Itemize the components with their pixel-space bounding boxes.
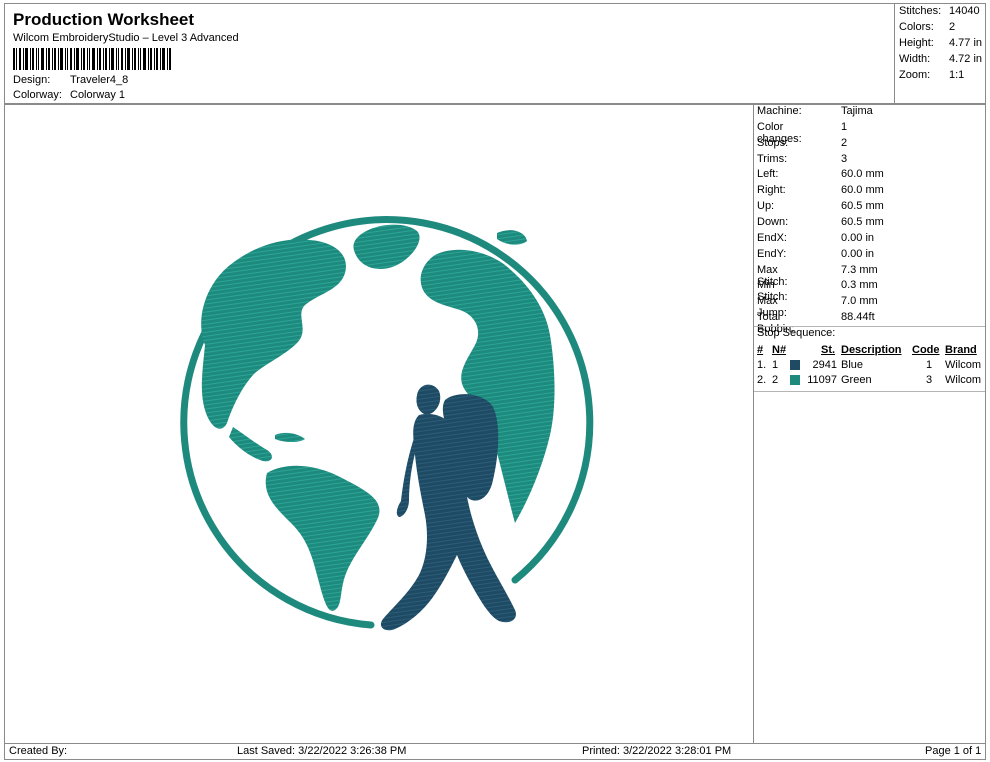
stat-label: Colors: [899, 21, 934, 33]
info-label: EndX: [757, 232, 787, 244]
design-value: Traveler4_8 [70, 74, 129, 86]
seq-row-code: 3 [926, 374, 933, 386]
color-swatch [790, 360, 800, 370]
stop-sequence-title: Stop Sequence: [757, 327, 836, 339]
stat-value: 2 [949, 21, 956, 33]
colorway-label: Colorway: [13, 89, 62, 101]
stat-label: Width: [899, 53, 931, 65]
info-value: 88.44ft [841, 311, 875, 323]
color-swatch [790, 375, 800, 385]
barcode-image [13, 48, 171, 70]
design-label: Design: [13, 74, 51, 86]
info-value: 2 [841, 137, 848, 149]
seq-row-num: 1. [757, 359, 767, 371]
printed-date: Printed: 3/22/2022 3:28:01 PM [582, 745, 732, 757]
software-subtitle: Wilcom EmbroideryStudio – Level 3 Advanc… [13, 32, 239, 44]
info-label: Trims: [757, 153, 788, 165]
info-value: 0.00 in [841, 232, 875, 244]
info-label: Up: [757, 200, 775, 212]
col-header-code: Code [912, 344, 940, 356]
seq-row-needle: 2 [772, 374, 779, 386]
seq-row-description: Green [841, 374, 872, 386]
worksheet-header: Production Worksheet Wilcom EmbroiderySt… [4, 3, 986, 104]
info-value: 7.3 mm [841, 264, 878, 276]
seq-row-brand: Wilcom [945, 374, 982, 386]
page-title: Production Worksheet [13, 10, 195, 29]
created-by: Created By: [9, 745, 68, 757]
info-value: 0.3 mm [841, 279, 878, 291]
stat-value: 14040 [949, 5, 980, 17]
stats-box: Stitches: 14040 Colors: 2 Height: 4.77 i… [894, 3, 986, 104]
globe-continents [201, 224, 555, 611]
stat-label: Height: [899, 37, 934, 49]
page-number: Page 1 of 1 [925, 745, 982, 757]
info-label: Stops: [757, 137, 789, 149]
last-saved: Last Saved: 3/22/2022 3:26:38 PM [237, 745, 407, 757]
machine-info-panel: Machine: Tajima Color changes: 1 Stops: 2 T… [753, 104, 986, 744]
worksheet-footer: Created By: Last Saved: 3/22/2022 3:26:3… [4, 743, 986, 760]
seq-row-needle: 1 [772, 359, 779, 371]
seq-row-stitches: 11097 [807, 374, 837, 386]
info-label: EndY: [757, 248, 787, 260]
embroidery-design-image [180, 216, 594, 631]
info-value: Tajima [841, 105, 873, 117]
stat-value: 1:1 [949, 69, 965, 81]
info-label: Left: [757, 168, 779, 180]
divider [754, 391, 985, 392]
info-value: 7.0 mm [841, 295, 878, 307]
stat-value: 4.77 in [949, 37, 983, 49]
col-header-brand: Brand [945, 344, 977, 356]
col-header-needle: N# [772, 344, 787, 356]
stat-value: 4.72 in [949, 53, 983, 65]
seq-row-brand: Wilcom [945, 359, 982, 371]
seq-row-num: 2. [757, 374, 767, 386]
info-value: 60.5 mm [841, 216, 884, 228]
col-header-stitches: St. [821, 344, 836, 356]
seq-row-description: Blue [841, 359, 864, 371]
info-value: 60.0 mm [841, 184, 884, 196]
seq-row-code: 1 [926, 359, 933, 371]
stat-label: Stitches: [899, 5, 942, 17]
design-preview [4, 104, 754, 744]
info-label: Machine: [757, 105, 802, 117]
info-value: 1 [841, 121, 848, 133]
stat-label: Zoom: [899, 69, 931, 81]
info-label: Down: [757, 216, 789, 228]
info-label: Right: [757, 184, 786, 196]
info-value: 60.5 mm [841, 200, 884, 212]
seq-row-stitches: 2941 [812, 359, 837, 371]
col-header-description: Description [841, 344, 902, 356]
info-value: 60.0 mm [841, 168, 884, 180]
info-value: 0.00 in [841, 248, 875, 260]
hiker-figure [380, 384, 516, 631]
colorway-value: Colorway 1 [70, 89, 126, 101]
col-header-num: # [757, 344, 764, 356]
info-value: 3 [841, 153, 848, 165]
